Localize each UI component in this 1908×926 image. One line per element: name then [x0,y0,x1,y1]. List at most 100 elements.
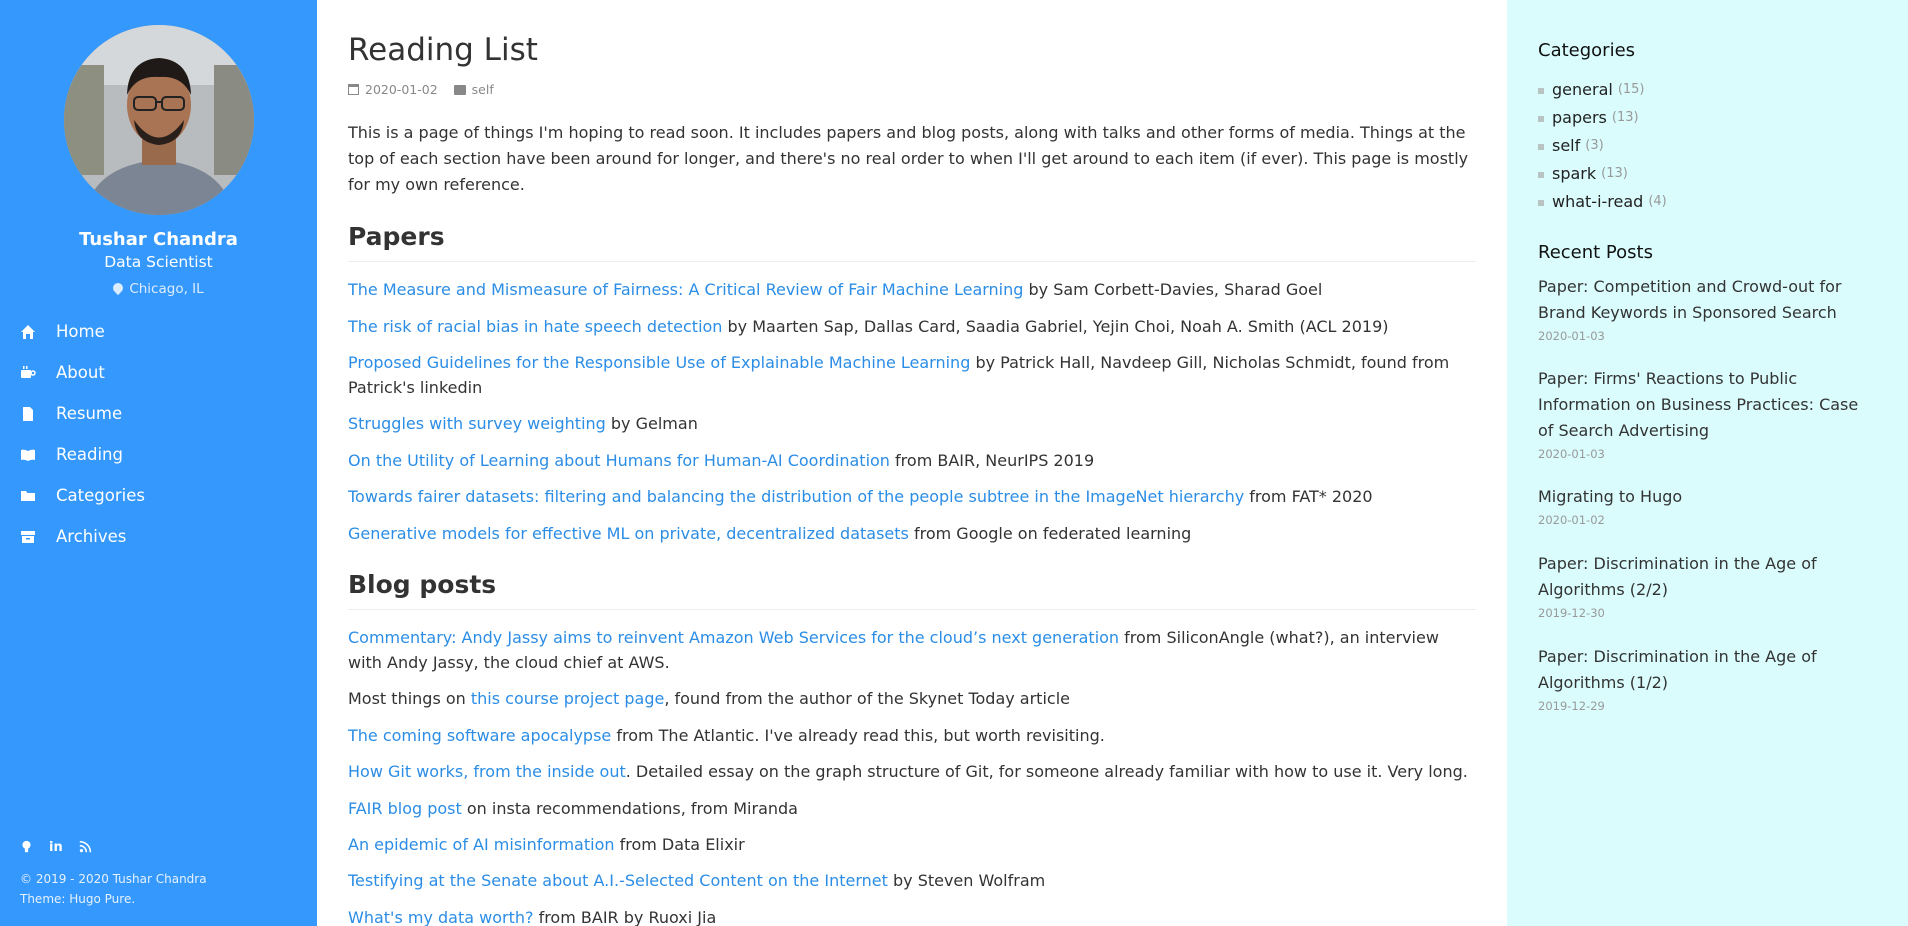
paper-link[interactable]: On the Utility of Learning about Humans … [348,451,890,470]
bullet-icon [1538,88,1544,94]
recent-post-date: 2019-12-30 [1538,606,1605,620]
avatar[interactable] [64,25,254,215]
blog-link[interactable]: this course project page [471,689,664,708]
profile-title: Data Scientist [104,253,213,271]
blog-item: Commentary: Andy Jassy aims to reinvent … [348,625,1476,675]
nav-label: Resume [56,404,123,423]
category-count: (15) [1617,81,1645,97]
bullet-icon [1538,116,1544,122]
nav-item-resume[interactable]: Resume [0,393,317,434]
blog-item: What's my data worth? from BAIR by Ruoxi… [348,905,1476,926]
category-link[interactable]: self [1552,136,1580,155]
recent-post-link[interactable]: Paper: Discrimination in the Age of Algo… [1538,551,1878,603]
recent-post-link[interactable]: Paper: Discrimination in the Age of Algo… [1538,644,1878,696]
category-link[interactable]: spark [1552,164,1596,183]
nav-item-categories[interactable]: Categories [0,475,317,516]
category-count: (4) [1648,193,1667,209]
paper-item: On the Utility of Learning about Humans … [348,448,1476,473]
blog-desc: on insta recommendations, from Miranda [461,799,798,818]
avatar-photo [64,25,254,215]
paper-desc: by Maarten Sap, Dallas Card, Saadia Gabr… [722,317,1389,336]
social-links: in [20,840,92,857]
category-item: what-i-read (4) [1538,187,1667,215]
papers-heading: Papers [348,222,1476,262]
blog-desc: by Steven Wolfram [887,871,1046,890]
right-sidebar: Categories general (15) papers (13) self (3… [1507,0,1908,926]
category-count: (3) [1585,137,1604,153]
rss-icon[interactable] [79,840,92,857]
blog-item: An epidemic of AI misinformation from Da… [348,832,1476,857]
home-icon [20,324,36,340]
nav-label: Archives [56,527,127,546]
blog-desc: from Data Elixir [614,835,745,854]
recent-post-date: 2019-12-29 [1538,699,1605,713]
book-icon [20,447,36,463]
category-link[interactable]: what-i-read [1552,192,1643,211]
blog-link[interactable]: An epidemic of AI misinformation [348,835,615,854]
paper-item: The risk of racial bias in hate speech d… [348,314,1476,339]
github-icon[interactable] [20,840,33,857]
paper-link[interactable]: Struggles with survey weighting [348,414,606,433]
bullet-icon [1538,172,1544,178]
nav-label: Home [56,322,105,341]
nav-item-about[interactable]: About [0,352,317,393]
category-item: general (15) [1538,75,1667,103]
post-category-link[interactable]: self [472,82,494,97]
recent-post-link[interactable]: Paper: Competition and Crowd-out for Bra… [1538,274,1878,326]
category-item: papers (13) [1538,103,1667,131]
nav-label: Categories [56,486,145,505]
paper-desc: by Sam Corbett-Davies, Sharad Goel [1023,280,1323,299]
post-date: 2020-01-02 [365,82,438,97]
recent-posts-title: Recent Posts [1538,242,1653,263]
nav-label: About [56,363,105,382]
blog-link[interactable]: Commentary: Andy Jassy aims to reinvent … [348,628,1119,647]
linkedin-icon[interactable]: in [49,840,63,857]
blog-link[interactable]: What's my data worth? [348,908,533,926]
folder-icon [20,488,36,504]
left-sidebar: Tushar Chandra Data Scientist Chicago, I… [0,0,317,926]
paper-link[interactable]: Generative models for effective ML on pr… [348,524,909,543]
blog-prefix: Most things on [348,689,471,708]
paper-link[interactable]: The risk of racial bias in hate speech d… [348,317,722,336]
recent-post-item: Paper: Firms' Reactions to Public Inform… [1538,366,1878,461]
profile-location: Chicago, IL [0,280,317,297]
paper-item: Proposed Guidelines for the Responsible … [348,350,1476,400]
category-count: (13) [1601,165,1628,181]
categories-title: Categories [1538,40,1636,61]
blog-posts-heading: Blog posts [348,570,1476,610]
profile-name: Tushar Chandra [79,229,238,250]
paper-link[interactable]: Towards fairer datasets: filtering and b… [348,487,1244,506]
archive-icon [20,529,36,545]
blog-link[interactable]: Testifying at the Senate about A.I.-Sele… [348,871,888,890]
blog-item: How Git works, from the inside out. Deta… [348,759,1476,784]
paper-item: Generative models for effective ML on pr… [348,521,1476,546]
paper-desc: from Google on federated learning [908,524,1192,543]
recent-post-link[interactable]: Paper: Firms' Reactions to Public Inform… [1538,366,1878,444]
page-title: Reading List [348,32,538,68]
blog-link[interactable]: The coming software apocalypse [348,726,611,745]
category-link[interactable]: general [1552,80,1613,99]
blog-desc: . Detailed essay on the graph structure … [625,762,1468,781]
nav-item-archives[interactable]: Archives [0,516,317,557]
nav-item-home[interactable]: Home [0,311,317,352]
paper-item: Struggles with survey weighting by Gelma… [348,411,1476,436]
blog-link[interactable]: FAIR blog post [348,799,462,818]
location-text: Chicago, IL [129,281,204,297]
paper-link[interactable]: Proposed Guidelines for the Responsible … [348,353,970,372]
category-item: self (3) [1538,131,1667,159]
category-link[interactable]: papers [1552,108,1607,127]
paper-desc: by Gelman [605,414,698,433]
paper-item: The Measure and Mismeasure of Fairness: … [348,277,1476,302]
blog-item: The coming software apocalypse from The … [348,723,1476,748]
recent-post-date: 2020-01-03 [1538,447,1605,461]
post-meta: 2020-01-02 self [348,82,494,97]
nav-item-reading[interactable]: Reading [0,434,317,475]
blog-link[interactable]: How Git works, from the inside out [348,762,626,781]
recent-post-item: Migrating to Hugo 2020-01-02 [1538,484,1878,527]
paper-link[interactable]: The Measure and Mismeasure of Fairness: … [348,280,1023,299]
blog-item: Testifying at the Senate about A.I.-Sele… [348,868,1476,893]
recent-post-link[interactable]: Migrating to Hugo [1538,484,1878,510]
paper-item: Towards fairer datasets: filtering and b… [348,484,1476,509]
blog-desc: from The Atlantic. I've already read thi… [611,726,1105,745]
file-icon [20,406,36,422]
